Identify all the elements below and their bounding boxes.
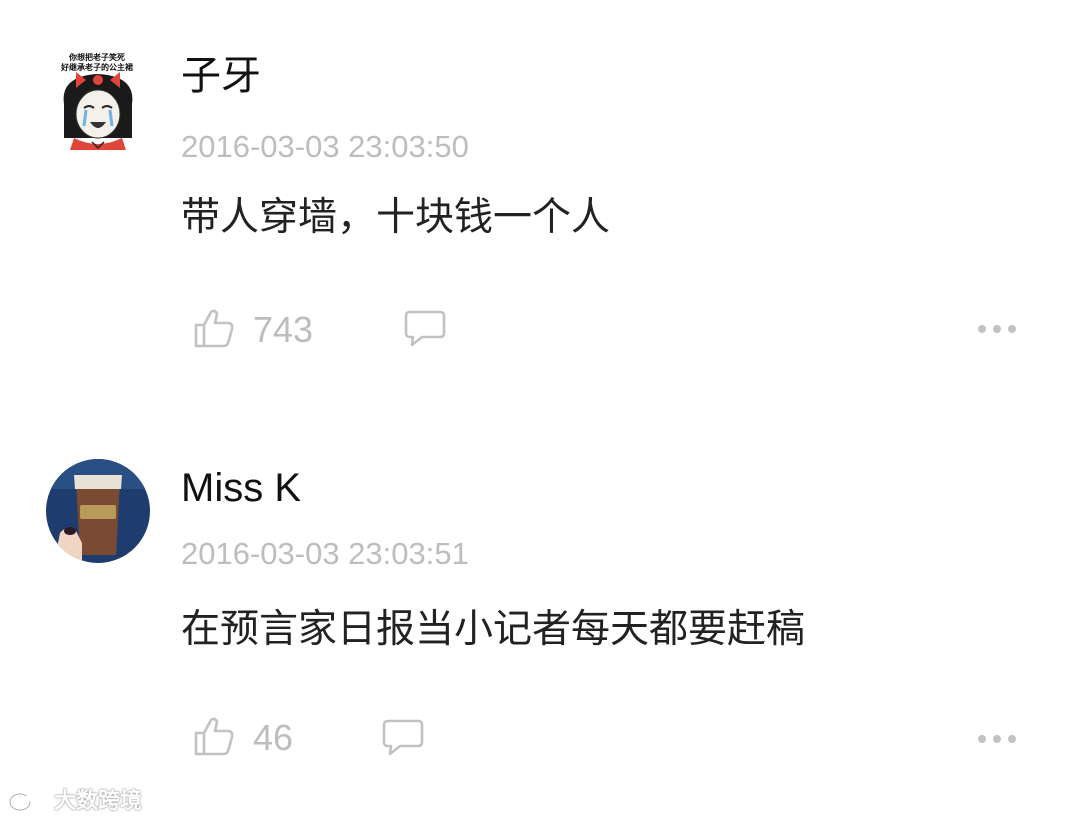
username[interactable]: Miss K [181, 468, 301, 508]
thumbs-up-icon [193, 308, 235, 352]
more-options-button[interactable] [976, 320, 1018, 333]
timestamp: 2016-03-03 23:03:51 [181, 536, 469, 571]
comment-text: 在预言家日报当小记者每天都要赶稿 [181, 607, 806, 652]
ellipsis-icon [978, 735, 1016, 743]
watermark-text: 大数跨境 [54, 789, 143, 814]
reply-button[interactable] [404, 309, 446, 351]
like-count: 46 [253, 717, 294, 758]
avatar-photo [46, 459, 150, 563]
comment-text: 带人穿墙，十块钱一个人 [181, 195, 611, 240]
like-button[interactable]: 46 [193, 716, 293, 760]
reply-button[interactable] [382, 718, 424, 760]
comment-item: 你想把老子笑死 好继承老子的公主裙 子牙 2016-03-03 23:03:50… [0, 0, 1074, 410]
speech-bubble-icon [404, 309, 446, 351]
weibo-logo-icon [8, 788, 49, 816]
watermark: 大数跨境 [8, 788, 142, 816]
like-button[interactable]: 743 [193, 308, 313, 352]
username[interactable]: 子牙 [181, 56, 261, 96]
avatar[interactable]: 你想把老子笑死 好继承老子的公主裙 [46, 46, 150, 150]
thumbs-up-icon [193, 716, 235, 760]
more-options-button[interactable] [976, 730, 1018, 743]
avatar-caption-2: 好继承老子的公主裙 [61, 63, 133, 72]
ellipsis-icon [978, 325, 1016, 333]
avatar[interactable] [46, 459, 150, 563]
comment-item: Miss K 2016-03-03 23:03:51 在预言家日报当小记者每天都… [0, 410, 1074, 824]
avatar-caption-1: 你想把老子笑死 [69, 53, 125, 62]
speech-bubble-icon [382, 718, 424, 760]
timestamp: 2016-03-03 23:03:50 [181, 129, 469, 164]
like-count: 743 [253, 309, 314, 350]
